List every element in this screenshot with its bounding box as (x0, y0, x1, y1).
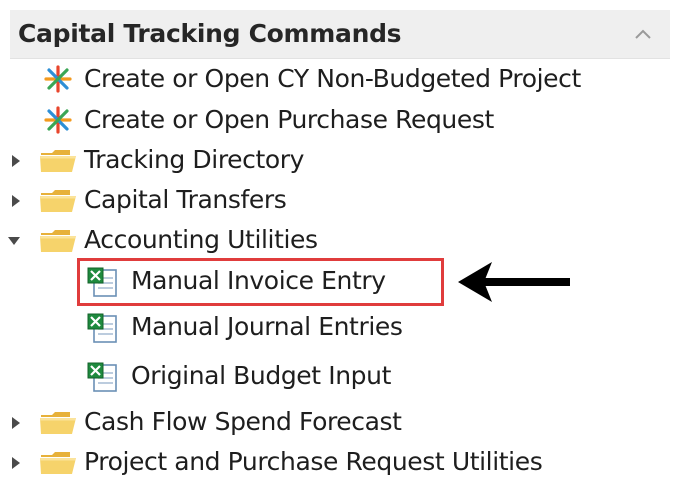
folder-icon (40, 452, 76, 474)
command-item-label: Create or Open Purchase Request (84, 105, 494, 134)
expand-arrow-icon[interactable] (8, 415, 24, 431)
child-item-label: Original Budget Input (131, 361, 391, 390)
folder-cash-flow-spend-forecast[interactable]: Cash Flow Spend Forecast (0, 403, 673, 443)
folder-label: Project and Purchase Request Utilities (84, 447, 543, 476)
panel-header[interactable]: Capital Tracking Commands (10, 10, 670, 59)
expand-arrow-icon[interactable] (8, 153, 24, 169)
folder-icon (40, 190, 76, 212)
child-item-manual-journal-entries[interactable]: Manual Journal Entries (0, 308, 673, 348)
panel-title: Capital Tracking Commands (18, 19, 402, 48)
command-item-label: Create or Open CY Non-Budgeted Project (84, 64, 581, 93)
folder-capital-transfers[interactable]: Capital Transfers (0, 181, 673, 221)
chevron-up-icon[interactable] (630, 22, 656, 48)
folder-icon (40, 412, 76, 434)
asterisk-star-icon (44, 106, 72, 134)
folder-project-purchase-request-utilities[interactable]: Project and Purchase Request Utilities (0, 443, 673, 483)
folder-label: Accounting Utilities (84, 225, 318, 254)
command-panel: Capital Tracking Commands Create or Open… (0, 0, 673, 476)
folder-icon (40, 230, 76, 252)
collapse-arrow-icon[interactable] (6, 233, 22, 249)
folder-icon (40, 150, 76, 172)
folder-accounting-utilities[interactable]: Accounting Utilities (0, 221, 673, 261)
folder-label: Capital Transfers (84, 185, 287, 214)
highlight-box (77, 258, 444, 306)
child-item-label: Manual Journal Entries (131, 312, 403, 341)
child-item-original-budget-input[interactable]: Original Budget Input (0, 357, 673, 397)
command-item-create-purchase-request[interactable]: Create or Open Purchase Request (0, 101, 673, 141)
folder-label: Cash Flow Spend Forecast (84, 407, 402, 436)
expand-arrow-icon[interactable] (8, 455, 24, 471)
folder-label: Tracking Directory (84, 145, 305, 174)
command-item-create-nonbudgeted-project[interactable]: Create or Open CY Non-Budgeted Project (0, 60, 673, 100)
expand-arrow-icon[interactable] (8, 193, 24, 209)
folder-tracking-directory[interactable]: Tracking Directory (0, 141, 673, 181)
excel-icon (87, 362, 117, 392)
pointer-arrow-icon (458, 262, 570, 302)
asterisk-star-icon (44, 65, 72, 93)
excel-icon (87, 313, 117, 343)
